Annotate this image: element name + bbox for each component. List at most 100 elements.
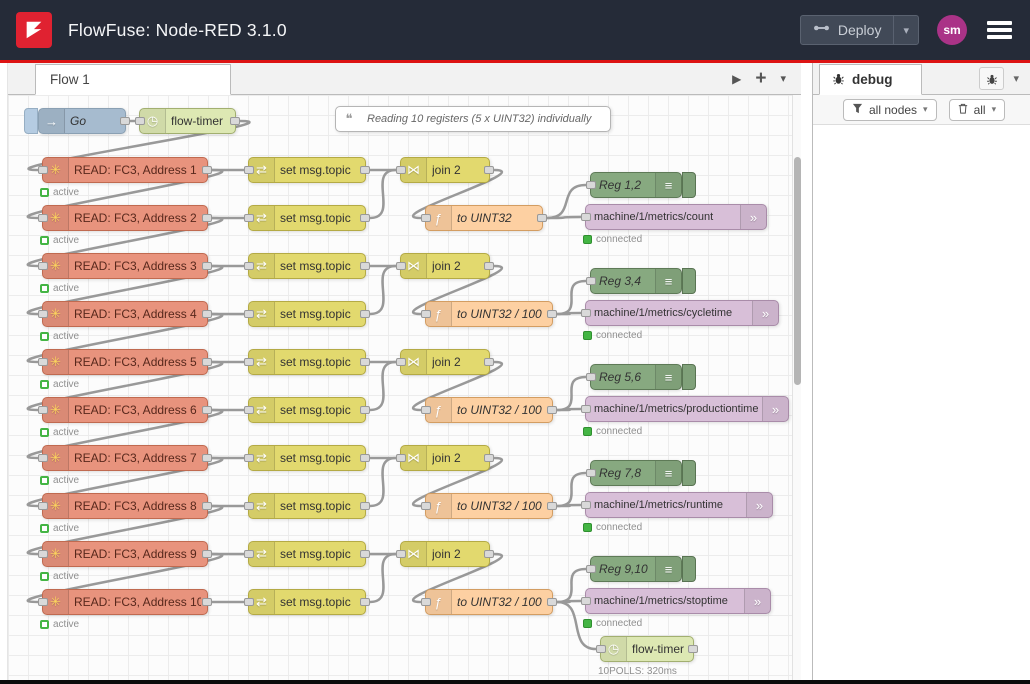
- input-port[interactable]: [38, 262, 48, 270]
- scrollbar-thumb[interactable]: [794, 157, 801, 385]
- input-port[interactable]: [38, 358, 48, 366]
- wire[interactable]: [370, 266, 396, 314]
- output-port[interactable]: [484, 550, 494, 558]
- node-read1[interactable]: ✳READ: FC3, Address 1: [42, 157, 208, 183]
- input-port[interactable]: [135, 117, 145, 125]
- output-port[interactable]: [360, 166, 370, 174]
- node-read10[interactable]: ✳READ: FC3, Address 10: [42, 589, 208, 615]
- node-set1[interactable]: ⇄set msg.topic: [248, 157, 366, 183]
- output-port[interactable]: [360, 406, 370, 414]
- output-port[interactable]: [547, 310, 557, 318]
- node-read8[interactable]: ✳READ: FC3, Address 8: [42, 493, 208, 519]
- node-mq2[interactable]: »machine/1/metrics/cycletime: [585, 300, 779, 326]
- output-port[interactable]: [360, 502, 370, 510]
- input-port[interactable]: [581, 597, 591, 605]
- node-mq1[interactable]: »machine/1/metrics/count: [585, 204, 767, 230]
- node-read5[interactable]: ✳READ: FC3, Address 5: [42, 349, 208, 375]
- input-port[interactable]: [421, 598, 431, 606]
- node-func1[interactable]: ƒto UINT32: [425, 205, 543, 231]
- input-port[interactable]: [581, 213, 591, 221]
- node-join4[interactable]: ⋈join 2: [400, 445, 490, 471]
- node-read6[interactable]: ✳READ: FC3, Address 6: [42, 397, 208, 423]
- debug-toggle-button[interactable]: [682, 460, 696, 486]
- output-port[interactable]: [202, 358, 212, 366]
- input-port[interactable]: [244, 358, 254, 366]
- input-port[interactable]: [581, 405, 591, 413]
- tab-debug[interactable]: debug: [819, 64, 922, 95]
- input-port[interactable]: [586, 181, 596, 189]
- input-port[interactable]: [581, 501, 591, 509]
- wire[interactable]: [370, 554, 396, 602]
- output-port[interactable]: [230, 117, 240, 125]
- input-port[interactable]: [596, 645, 606, 653]
- debug-toggle-button[interactable]: [682, 268, 696, 294]
- flow-list-chevron-icon[interactable]: ▾: [773, 72, 793, 85]
- output-port[interactable]: [484, 358, 494, 366]
- node-join1[interactable]: ⋈join 2: [400, 157, 490, 183]
- node-dbg5[interactable]: ≡Reg 9,10: [590, 556, 682, 582]
- input-port[interactable]: [244, 406, 254, 414]
- debug-clear-button[interactable]: all ▾: [949, 99, 1006, 121]
- node-read2[interactable]: ✳READ: FC3, Address 2: [42, 205, 208, 231]
- input-port[interactable]: [581, 309, 591, 317]
- output-port[interactable]: [360, 598, 370, 606]
- wire[interactable]: [370, 170, 396, 218]
- output-port[interactable]: [202, 262, 212, 270]
- input-port[interactable]: [38, 454, 48, 462]
- input-port[interactable]: [421, 406, 431, 414]
- output-port[interactable]: [202, 550, 212, 558]
- node-set7[interactable]: ⇄set msg.topic: [248, 445, 366, 471]
- input-port[interactable]: [244, 166, 254, 174]
- output-port[interactable]: [202, 214, 212, 222]
- output-port[interactable]: [484, 166, 494, 174]
- output-port[interactable]: [547, 502, 557, 510]
- node-func5[interactable]: ƒto UINT32 / 100: [425, 589, 553, 615]
- node-go[interactable]: →Go: [38, 108, 126, 134]
- node-func4[interactable]: ƒto UINT32 / 100: [425, 493, 553, 519]
- debug-toggle-button[interactable]: [682, 364, 696, 390]
- wire[interactable]: [370, 362, 396, 410]
- add-flow-button[interactable]: +: [748, 68, 773, 90]
- input-port[interactable]: [38, 550, 48, 558]
- input-port[interactable]: [244, 598, 254, 606]
- inject-button[interactable]: [24, 108, 38, 134]
- node-read4[interactable]: ✳READ: FC3, Address 4: [42, 301, 208, 327]
- output-port[interactable]: [484, 454, 494, 462]
- node-func3[interactable]: ƒto UINT32 / 100: [425, 397, 553, 423]
- input-port[interactable]: [244, 262, 254, 270]
- input-port[interactable]: [586, 469, 596, 477]
- wire[interactable]: [547, 185, 586, 218]
- input-port[interactable]: [586, 277, 596, 285]
- input-port[interactable]: [244, 454, 254, 462]
- wire[interactable]: [547, 217, 581, 218]
- node-join5[interactable]: ⋈join 2: [400, 541, 490, 567]
- node-set8[interactable]: ⇄set msg.topic: [248, 493, 366, 519]
- node-set2[interactable]: ⇄set msg.topic: [248, 205, 366, 231]
- input-port[interactable]: [396, 262, 406, 270]
- input-port[interactable]: [421, 502, 431, 510]
- input-port[interactable]: [244, 214, 254, 222]
- input-port[interactable]: [421, 310, 431, 318]
- menu-button[interactable]: [985, 17, 1014, 43]
- node-set10[interactable]: ⇄set msg.topic: [248, 589, 366, 615]
- node-mq4[interactable]: »machine/1/metrics/runtime: [585, 492, 773, 518]
- node-read9[interactable]: ✳READ: FC3, Address 9: [42, 541, 208, 567]
- input-port[interactable]: [38, 502, 48, 510]
- wire[interactable]: [557, 409, 581, 410]
- node-dbg1[interactable]: ≡Reg 1,2: [590, 172, 682, 198]
- sidebar-resize-gutter[interactable]: [801, 63, 812, 684]
- wire[interactable]: [557, 505, 581, 506]
- node-join3[interactable]: ⋈join 2: [400, 349, 490, 375]
- input-port[interactable]: [38, 214, 48, 222]
- node-join2[interactable]: ⋈join 2: [400, 253, 490, 279]
- input-port[interactable]: [244, 550, 254, 558]
- deploy-chevron-icon[interactable]: ▾: [894, 24, 918, 37]
- input-port[interactable]: [586, 373, 596, 381]
- output-port[interactable]: [547, 598, 557, 606]
- user-avatar[interactable]: sm: [937, 15, 967, 45]
- node-func2[interactable]: ƒto UINT32 / 100: [425, 301, 553, 327]
- input-port[interactable]: [38, 598, 48, 606]
- tab-flow-1[interactable]: Flow 1: [35, 64, 231, 95]
- node-dbg2[interactable]: ≡Reg 3,4: [590, 268, 682, 294]
- input-port[interactable]: [396, 166, 406, 174]
